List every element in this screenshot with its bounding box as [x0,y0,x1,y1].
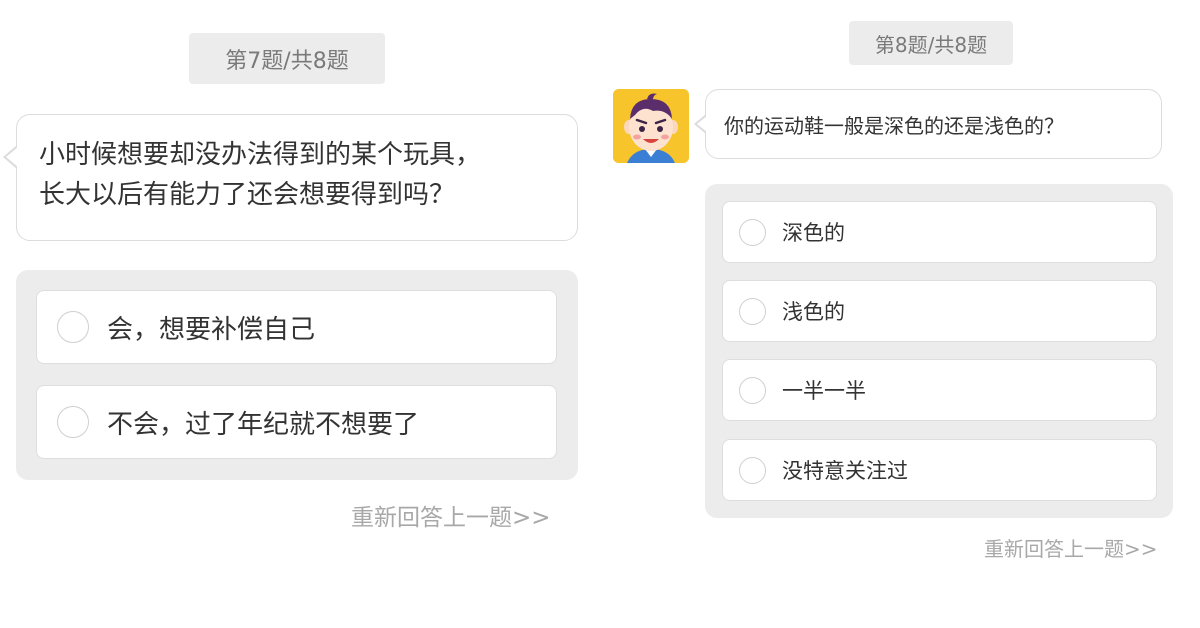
answer-option-label: 浅色的 [782,300,845,324]
radio-button-icon[interactable] [739,297,766,325]
question-bubble: 你的运动鞋一般是深色的还是浅色的？ [694,89,1162,159]
answer-options-panel: 深色的 浅色的 一半一半 没特意关注过 [705,184,1173,518]
answer-option-label: 不会，过了年纪就不想要了 [107,409,420,440]
redo-previous-question-link[interactable]: 重新回答上一题>> [984,533,1158,562]
question-progress-badge: 第7题/共8题 [189,33,385,84]
answer-option-label: 深色的 [782,221,845,245]
answer-option[interactable]: 一半一半 [722,359,1157,421]
question-bubble: 小时候想要却没办法得到的某个玩具， 长大以后有能力了还会想要得到吗？ [3,114,578,241]
question-text-line-1: 小时候想要却没办法得到的某个玩具， [39,140,482,170]
question-text: 你的运动鞋一般是深色的还是浅色的？ [724,113,1064,138]
answer-option[interactable]: 不会，过了年纪就不想要了 [36,385,557,459]
answer-option[interactable]: 没特意关注过 [722,439,1157,501]
question-text-line-2: 长大以后有能力了还会想要得到吗？ [39,180,456,210]
answer-option-label: 一半一半 [782,379,866,403]
answer-option-label: 没特意关注过 [782,459,908,483]
radio-button-icon[interactable] [739,456,766,484]
radio-button-icon[interactable] [57,311,89,343]
radio-button-icon[interactable] [739,218,766,246]
redo-previous-question-link[interactable]: 重新回答上一题>> [351,498,551,532]
answer-options-panel: 会，想要补偿自己 不会，过了年纪就不想要了 [16,270,578,480]
answer-option-label: 会，想要补偿自己 [107,314,316,345]
answer-option[interactable]: 浅色的 [722,280,1157,342]
answer-option[interactable]: 会，想要补偿自己 [36,290,557,364]
radio-button-icon[interactable] [57,406,89,438]
question-progress-badge: 第8题/共8题 [849,21,1013,65]
cartoon-boy-avatar-icon [613,89,689,163]
radio-button-icon[interactable] [739,376,766,404]
answer-option[interactable]: 深色的 [722,201,1157,263]
